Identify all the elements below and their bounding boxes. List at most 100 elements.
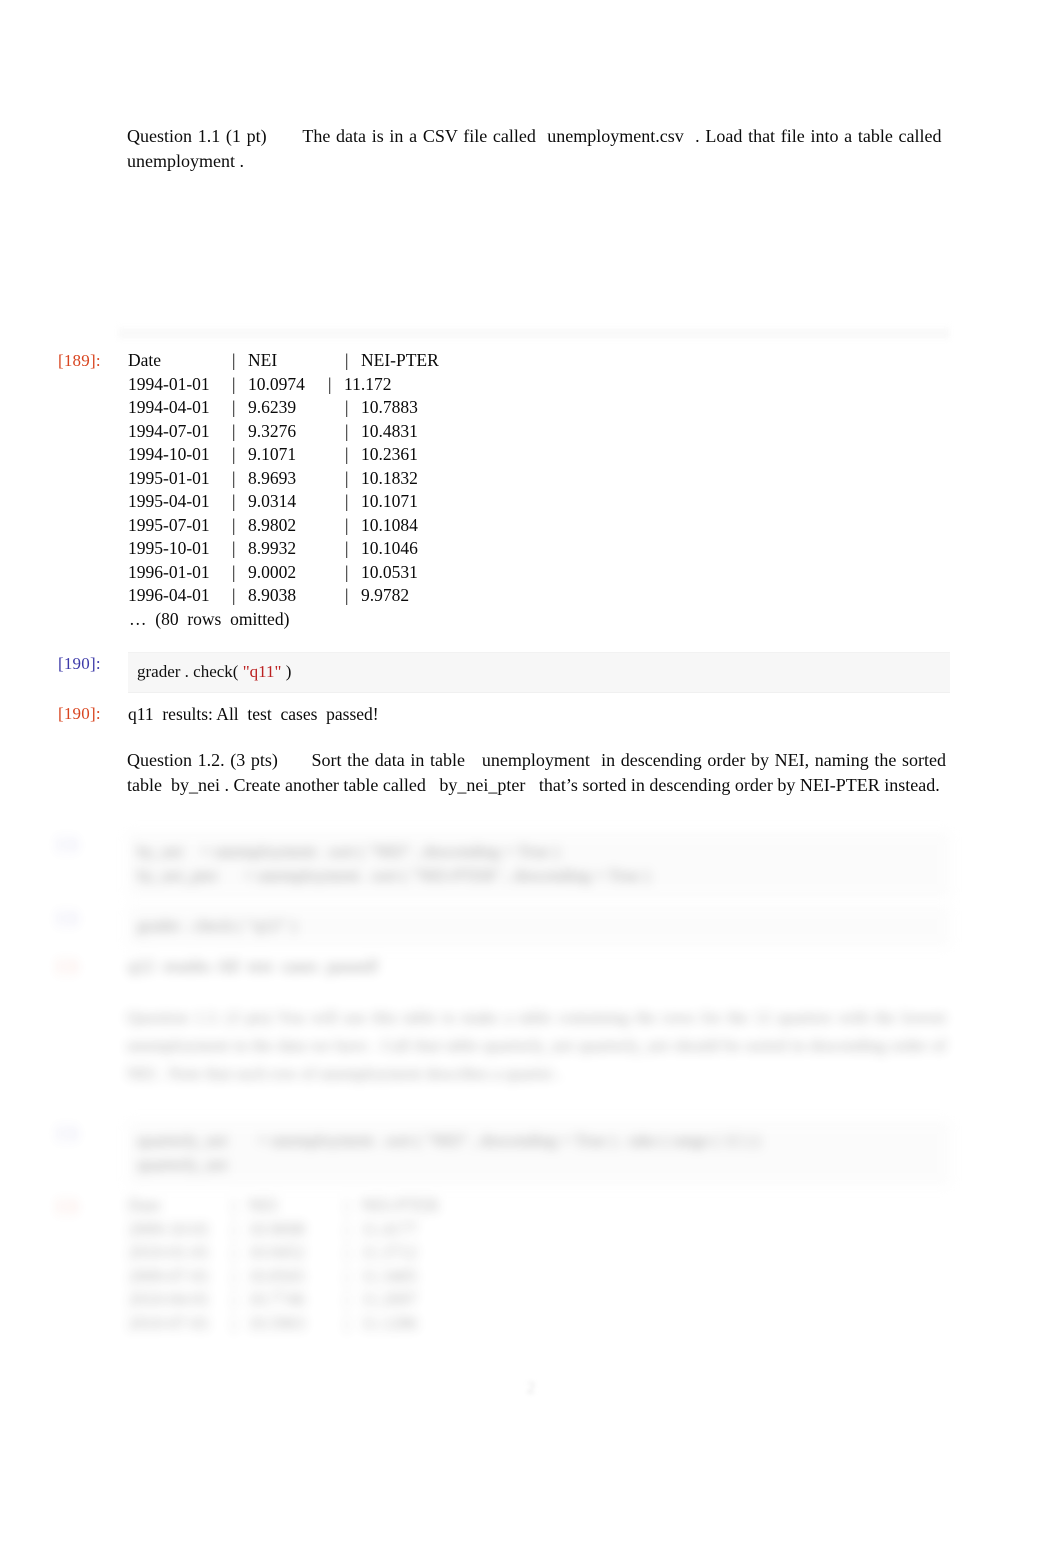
blurred-table-row: 2010-04-01 | 10.7746 | 11.2097 [128,1288,950,1312]
blurred-output-cell-1: [ ]: q12 results: All test cases passed! [58,954,950,979]
blurred-code-line-5[interactable]: quarterly_nei [137,1153,942,1177]
output-cell-190: [190]: q11 results: All test cases passe… [58,702,950,727]
grader-result-text: q11 results: All test cases passed! [128,704,379,724]
blurred-pipe-2: | [345,1265,349,1286]
blurred-prose-line-4: describes a quarter . [425,1064,562,1083]
blurred-table-output: Date | NEI | NEI-PTER 2009-10-01 | 10.96… [128,1194,950,1335]
pipe-1: | [232,514,236,535]
blurred-table-row: 2009-07-01 | 10.8565 | 11.3405 [128,1265,950,1289]
blurred-result-text: q12 results: All test cases passed! [128,956,380,976]
blurred-header-date: Date [128,1195,162,1215]
cell-date: 1996-01-01 [128,561,210,582]
pipe-1: | [232,538,236,558]
blurred-table-row: 2009-10-01 | 10.9698 | 11.4177 [128,1218,950,1242]
blurred-input-cell-3[interactable]: [ ]: quarterly_nei = unemployment . sort… [58,1121,950,1186]
cell-nei-pter: 10.1071 [361,491,418,511]
header-nei: NEI [248,350,278,370]
blurred-code-text-2: by_nei_pter = unemployment . sort ( "NEI… [137,866,650,885]
header-date: Date [128,350,162,370]
pipe-2: | [345,420,349,441]
question-1-2-heading: Question 1.2. (3 pts) [127,750,278,770]
cell-nei: 9.0314 [248,491,297,511]
pipe-1: | [232,350,236,370]
pipe-2: | [345,350,349,370]
blurred-code-line-3[interactable]: grader . check ( "q12" ) [137,914,942,938]
cell-date: 1995-01-01 [128,467,210,488]
input-cell-190[interactable]: [190]: grader . check( "q11" ) [58,652,950,693]
table-row: 1994-10-01 | 9.1071 | 10.2361 [128,443,958,467]
pipe-2: | [345,514,349,535]
pipe-2: | [328,373,332,394]
blurred-cell-date: 2010-04-01 [128,1289,210,1309]
code-token-close-paren: ) [285,662,292,681]
code-editor-190[interactable]: grader . check( "q11" ) [137,660,942,684]
table-row: 1995-01-01 | 8.9693 | 10.1832 [128,467,958,491]
notebook-page: The data is in a CSV file called unemplo… [0,0,1062,1561]
header-nei-pter: NEI-PTER [361,350,439,370]
blurred-cell-nei-pter: 11.1286 [361,1312,418,1333]
blurred-table-row: 2010-01-01 | 10.9452 | 11.3712 [128,1241,950,1265]
cell-nei-pter: 9.9782 [361,585,410,605]
pipe-2: | [345,397,349,417]
table-row: 1994-07-01 | 9.3276 | 10.4831 [128,420,958,444]
blurred-pipe-1: | [232,1242,236,1262]
pipe-1: | [232,420,236,441]
blurred-output-prompt-1: [ ]: [58,956,80,975]
blurred-code-line-4[interactable]: quarterly_nei = unemployment . sort ( "N… [137,1129,942,1153]
cell-date: 1994-07-01 [128,420,210,441]
cell-nei: 9.1071 [248,444,297,464]
pipe-1: | [232,397,236,417]
blurred-input-cell-1[interactable]: [ ]: by_nei = unemployment . sort ( "NEI… [58,832,950,897]
blurred-pipe-1: | [232,1195,236,1215]
blurred-pipe-1: | [232,1218,236,1239]
blurred-cell-date: 2009-07-01 [128,1265,210,1286]
pipe-1: | [232,585,236,605]
blurred-table-row: 2010-07-01 | 10.5963 | 11.1286 [128,1312,950,1336]
pipe-2: | [345,467,349,488]
input-prompt-190: [190]: [58,654,101,673]
unemployment-table-output: Date | NEI | NEI-PTER 1994-01-01 | 10.09… [128,349,958,631]
blurred-cell-date: 2010-01-01 [128,1242,210,1262]
blurred-code-line-1[interactable]: by_nei = unemployment . sort ( "NEI" , d… [137,840,942,864]
table-row: 1994-01-01 | 10.0974 | 11.172 [128,373,958,397]
pipe-2: | [345,561,349,582]
cell-nei-pter: 10.1084 [361,514,418,535]
cell-date: 1995-10-01 [128,538,210,558]
output-cell-189: [189]: Date | NEI | NEI-PTER 1994-01-01 … [58,349,958,631]
code-token-grader: grader [137,662,181,681]
cell-nei-pter: 10.4831 [361,420,418,441]
pipe-1: | [232,444,236,464]
question-1-1-heading: Question 1.1 (1 pt) [127,126,267,146]
blurred-lower-section: [ ]: by_nei = unemployment . sort ( "NEI… [0,826,1062,1386]
blurred-pipe-1: | [232,1265,236,1286]
blurred-output-cell-2: [ ]: Date | NEI | NEI-PTER 2009-10-01 | … [58,1194,950,1335]
pipe-1: | [232,467,236,488]
blurred-prose-line-1: Question 1.3. (3 pts) You will use this … [127,1008,749,1027]
blurred-cell-nei-pter: 11.3405 [361,1265,418,1286]
blurred-input-prompt-3: [ ]: [58,1123,80,1142]
blurred-cell-nei: 10.8565 [248,1265,305,1286]
blurred-input-prompt-2: [ ]: [58,908,80,927]
table-row: 1996-01-01 | 9.0002 | 10.0531 [128,561,958,585]
page-number: 2 [526,1378,536,1397]
cell-nei-pter: 10.0531 [361,561,418,582]
table-row: 1994-04-01 | 9.6239 | 10.7883 [128,396,958,420]
table-row: 1996-04-01 | 8.9038 | 9.9782 [128,584,958,608]
blurred-prose-line-2: 12 quarters with the lowest unemployment… [127,1008,946,1055]
pipe-1: | [232,561,236,582]
blurred-table-header-row: Date | NEI | NEI-PTER [128,1194,950,1218]
blurred-input-cell-2[interactable]: [ ]: grader . check ( "q12" ) [58,906,950,947]
cell-date: 1996-04-01 [128,585,210,605]
cell-nei: 8.9038 [248,585,297,605]
blurred-cell-nei-pter: 11.2097 [361,1289,418,1309]
collapsed-input-cell-ghost [118,324,950,340]
blurred-input-prompt-1: [ ]: [58,834,80,853]
blurred-pipe-1: | [232,1289,236,1309]
table-row: 1995-10-01 | 8.9932 | 10.1046 [128,537,958,561]
blurred-code-text-3: grader . check ( "q12" ) [137,916,297,935]
blurred-code-text-5: quarterly_nei [137,1155,228,1174]
blurred-code-line-2[interactable]: by_nei_pter = unemployment . sort ( "NEI… [137,864,942,888]
pipe-2: | [345,444,349,464]
blurred-pipe-2: | [345,1218,349,1239]
pipe-1: | [232,373,236,394]
